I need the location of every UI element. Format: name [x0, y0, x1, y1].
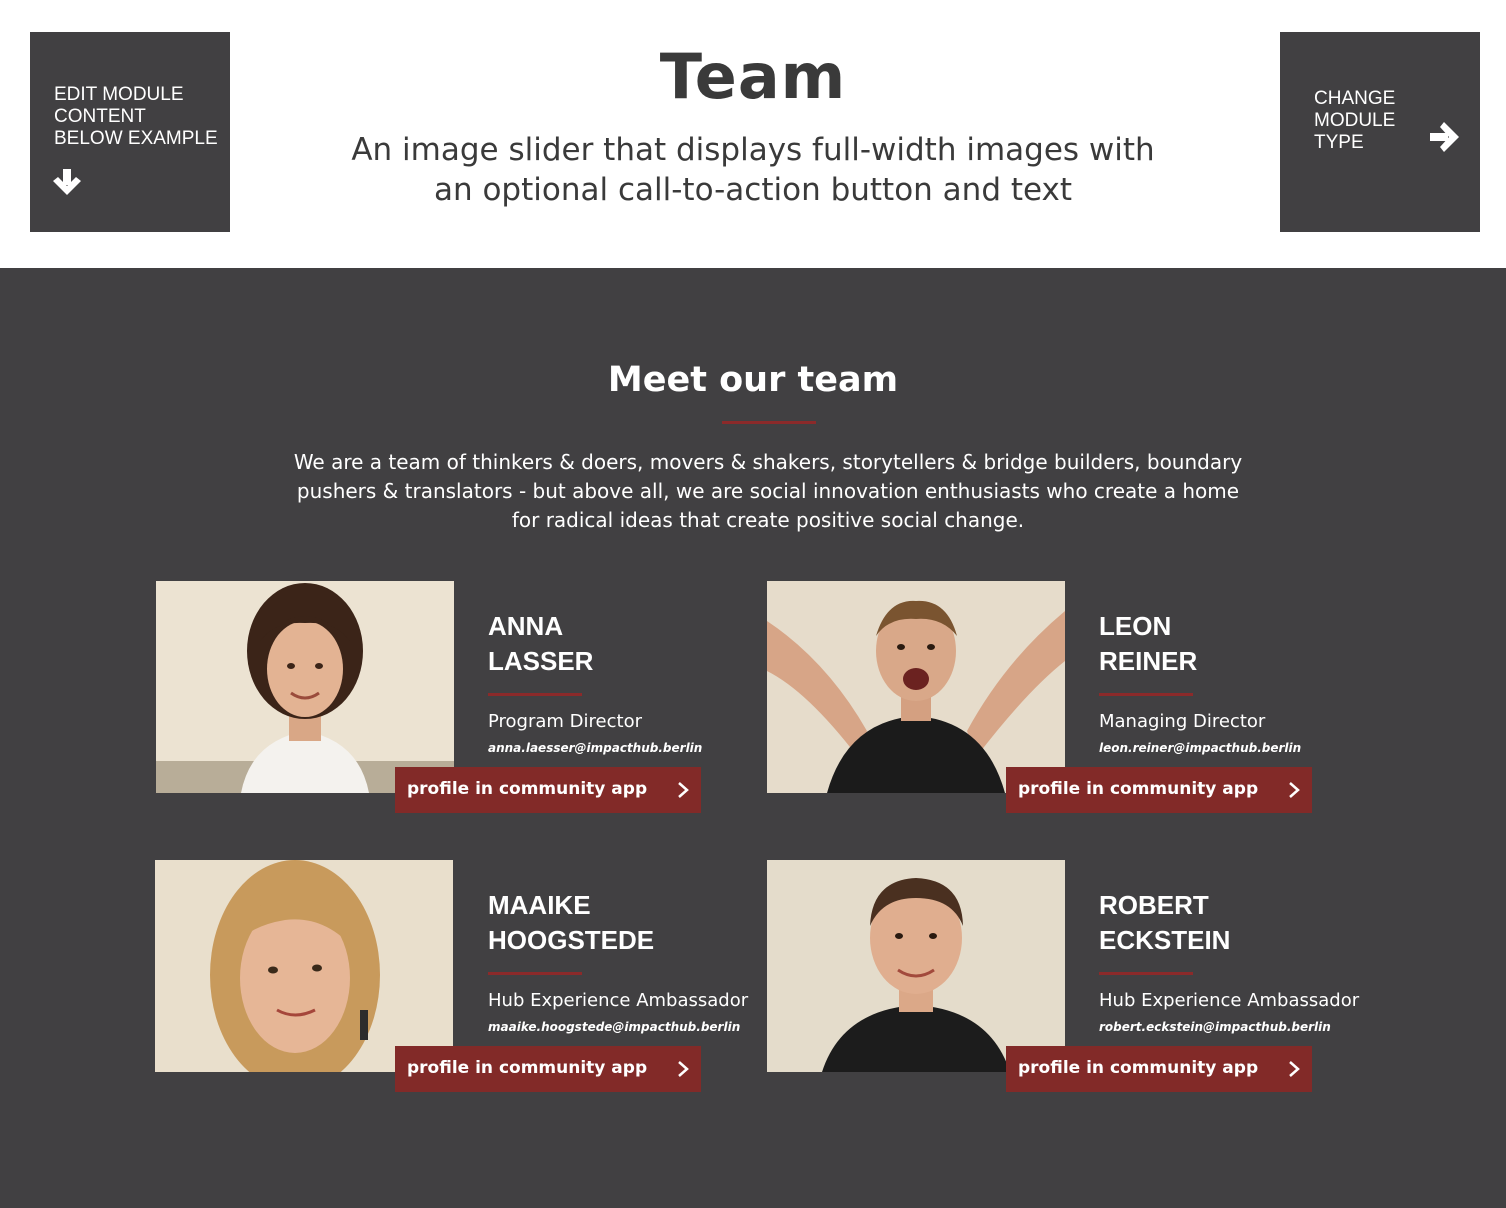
cta-label: profile in community app	[1018, 1058, 1259, 1078]
team-member-card: ROBERT ECKSTEIN Hub Experience Ambassado…	[767, 860, 1367, 1100]
cta-label: profile in community app	[1018, 779, 1259, 799]
module-header: EDIT MODULE CONTENT BELOW EXAMPLE Team A…	[0, 0, 1506, 268]
member-role: Program Director	[488, 711, 642, 732]
cta-label: profile in community app	[407, 1058, 648, 1078]
member-email[interactable]: anna.laesser@impacthub.berlin	[488, 741, 702, 755]
chevron-right-icon	[677, 781, 689, 803]
profile-community-app-button[interactable]: profile in community app	[395, 767, 701, 813]
member-photo	[155, 860, 453, 1072]
profile-community-app-button[interactable]: profile in community app	[1006, 767, 1312, 813]
profile-community-app-button[interactable]: profile in community app	[1006, 1046, 1312, 1092]
name-divider	[1099, 972, 1193, 975]
member-name: ANNA LASSER	[488, 611, 594, 676]
member-name: MAAIKE HOOGSTEDE	[488, 890, 655, 955]
chevron-right-icon	[1288, 1060, 1300, 1082]
chevron-right-icon	[677, 1060, 689, 1082]
module-description: An image slider that displays full-width…	[351, 132, 1155, 208]
team-heading: Meet our team	[607, 360, 899, 400]
team-member-card: ANNA LASSER Program Director anna.laesse…	[156, 581, 756, 821]
name-divider	[488, 972, 582, 975]
member-role: Hub Experience Ambassador	[1099, 990, 1360, 1011]
team-section: Meet our team We are a team of thinkers …	[0, 268, 1506, 1208]
member-photo	[767, 581, 1065, 793]
member-role: Hub Experience Ambassador	[488, 990, 749, 1011]
team-member-card: LEON REINER Managing Director leon.reine…	[767, 581, 1367, 821]
edit-module-label: EDIT MODULE CONTENT BELOW EXAMPLE	[54, 84, 218, 149]
module-title: Team	[659, 40, 847, 113]
member-email[interactable]: robert.eckstein@impacthub.berlin	[1099, 1020, 1331, 1034]
team-member-card: MAAIKE HOOGSTEDE Hub Experience Ambassad…	[155, 860, 755, 1100]
heading-divider	[722, 421, 816, 424]
arrow-right-icon	[1428, 120, 1462, 159]
member-role: Managing Director	[1099, 711, 1266, 732]
change-module-label: CHANGE MODULE TYPE	[1314, 88, 1396, 153]
member-photo	[156, 581, 454, 793]
name-divider	[488, 693, 582, 696]
profile-community-app-button[interactable]: profile in community app	[395, 1046, 701, 1092]
name-divider	[1099, 693, 1193, 696]
change-module-type-button[interactable]: CHANGE MODULE TYPE	[1280, 32, 1480, 232]
member-name: LEON REINER	[1099, 611, 1198, 676]
member-email[interactable]: maaike.hoogstede@impacthub.berlin	[488, 1020, 740, 1034]
member-photo	[767, 860, 1065, 1072]
chevron-right-icon	[1288, 781, 1300, 803]
member-email[interactable]: leon.reiner@impacthub.berlin	[1099, 741, 1301, 755]
cta-label: profile in community app	[407, 779, 648, 799]
arrow-down-icon	[52, 167, 82, 202]
team-intro: We are a team of thinkers & doers, mover…	[293, 450, 1243, 532]
edit-module-content-button[interactable]: EDIT MODULE CONTENT BELOW EXAMPLE	[30, 32, 230, 232]
member-name: ROBERT ECKSTEIN	[1099, 890, 1231, 955]
